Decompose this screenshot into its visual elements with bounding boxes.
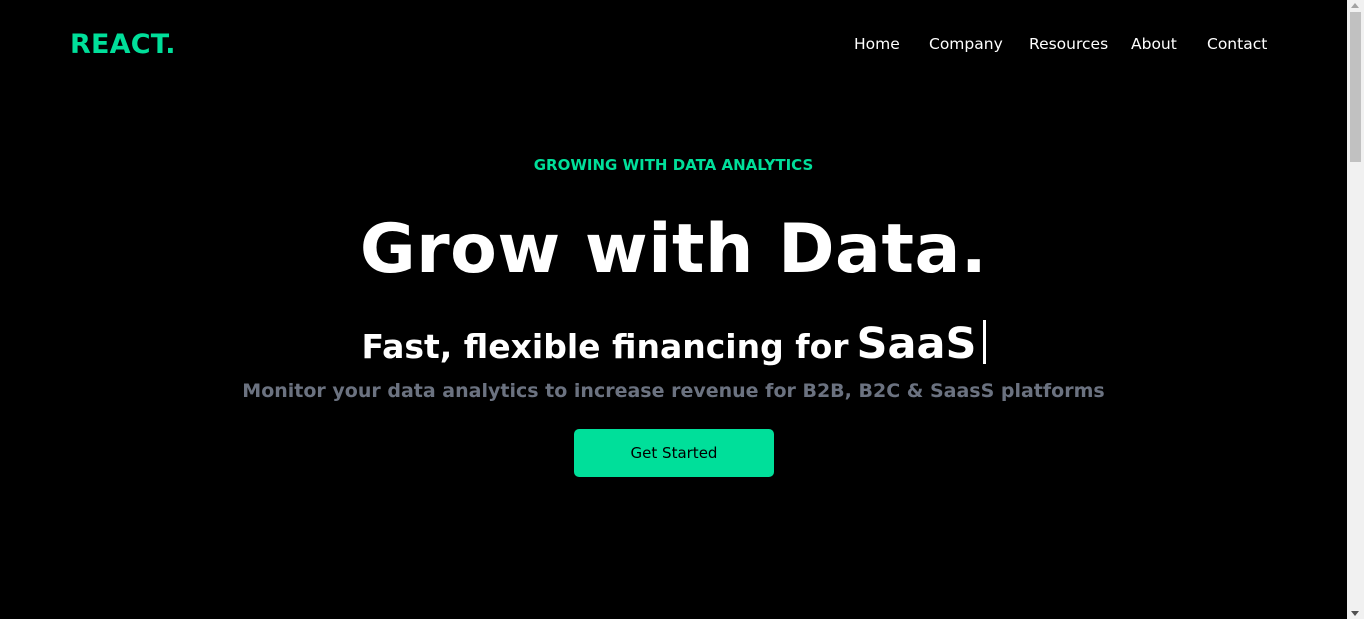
nav-link-company[interactable]: Company [929, 35, 1003, 53]
scroll-up-arrow-icon[interactable] [1351, 3, 1359, 8]
subline-typed-text: SaaS [856, 319, 977, 369]
nav-link-resources[interactable]: Resources [1029, 35, 1108, 53]
subline-static-text: Fast, flexible financing for [361, 327, 849, 366]
nav-link-about[interactable]: About [1131, 35, 1177, 53]
logo[interactable]: REACT. [70, 29, 176, 60]
hero-headline: Grow with Data. [359, 210, 988, 289]
scrollbar-thumb[interactable] [1350, 12, 1361, 162]
nav-link-contact[interactable]: Contact [1207, 35, 1267, 53]
scroll-down-arrow-icon[interactable] [1351, 611, 1359, 616]
vertical-scrollbar[interactable] [1347, 0, 1364, 619]
page: REACT. Home Company Resources About Cont… [0, 0, 1347, 619]
nav-link-home[interactable]: Home [854, 35, 900, 53]
navbar: REACT. Home Company Resources About Cont… [0, 0, 1347, 90]
hero-description: Monitor your data analytics to increase … [242, 380, 1105, 402]
typing-cursor [982, 320, 986, 364]
get-started-button[interactable]: Get Started [574, 429, 774, 477]
hero-eyebrow: GROWING WITH DATA ANALYTICS [533, 156, 814, 174]
hero-subline: Fast, flexible financing for SaaS [0, 318, 1347, 379]
